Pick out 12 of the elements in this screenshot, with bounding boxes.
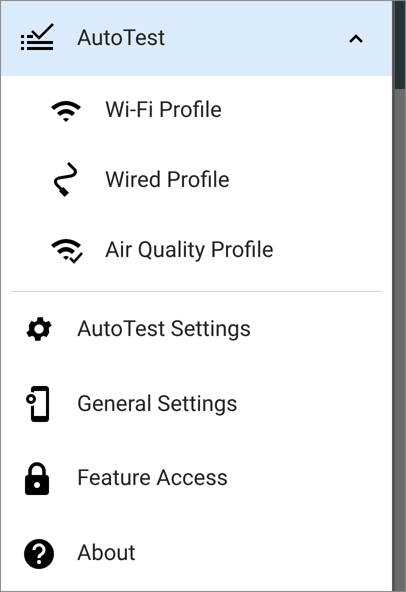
autotest-header[interactable]: AutoTest: [1, 1, 392, 76]
menu-item[interactable]: About: [1, 516, 392, 591]
profile-item[interactable]: Wi-Fi Profile: [1, 76, 392, 146]
lock-icon: [23, 462, 51, 496]
menu-item[interactable]: AutoTest Settings: [1, 292, 392, 367]
wifi-check-icon: [49, 236, 85, 264]
menu-item[interactable]: General Settings: [1, 366, 392, 442]
profile-item[interactable]: Wired Profile: [1, 146, 392, 216]
help-icon: [23, 538, 55, 570]
chevron-up-icon: [348, 33, 364, 44]
profile-item[interactable]: Air Quality Profile: [1, 215, 392, 286]
menu-item[interactable]: Feature Access: [1, 442, 392, 516]
